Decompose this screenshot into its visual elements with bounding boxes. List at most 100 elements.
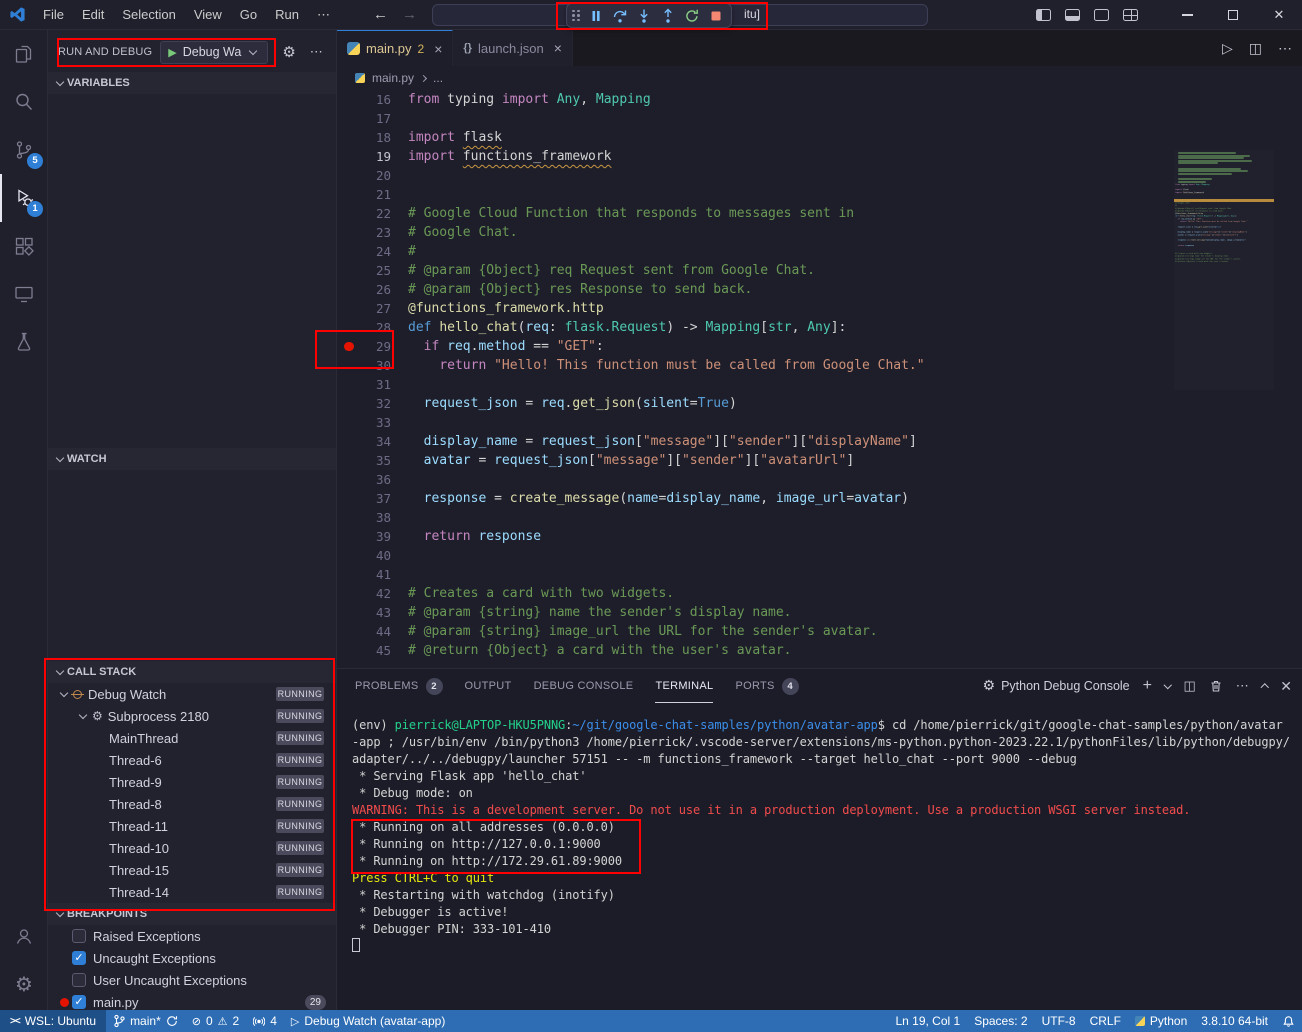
breakpoint-gutter[interactable] — [337, 280, 361, 299]
toggle-panel-icon[interactable] — [1065, 9, 1080, 21]
call-stack-item-thread-8[interactable]: Thread-8RUNNING — [48, 793, 336, 815]
encoding-status[interactable]: UTF-8 — [1035, 1010, 1083, 1032]
breakpoint-gutter[interactable] — [337, 413, 361, 432]
call-stack-section-header[interactable]: CALL STACK — [48, 661, 336, 683]
indentation-status[interactable]: Spaces: 2 — [967, 1010, 1034, 1032]
terminal[interactable]: (env) pierrick@LAPTOP-HKU5PNNG:~/git/goo… — [337, 703, 1302, 1010]
ports-status[interactable]: 4 — [246, 1010, 284, 1032]
breakpoint-gutter[interactable] — [337, 147, 361, 166]
activitybar-run-debug[interactable]: 1 — [0, 174, 48, 222]
code-editor[interactable]: 16from typing import Any, Mapping1718imp… — [337, 90, 1288, 668]
open-launch-json-icon[interactable]: ⚙ — [282, 43, 295, 61]
breakpoint-gutter[interactable] — [337, 508, 361, 527]
menu-go[interactable]: Go — [231, 0, 266, 30]
call-stack-item-thread-6[interactable]: Thread-6RUNNING — [48, 749, 336, 771]
breakpoint-gutter[interactable] — [337, 432, 361, 451]
minimap[interactable]: from typing import Any, Mappingimport fl… — [1174, 150, 1274, 390]
remote-indicator[interactable]: >< WSL: Ubuntu — [0, 1010, 106, 1032]
git-branch-status[interactable]: main* — [106, 1010, 185, 1032]
breakpoints-section-header[interactable]: BREAKPOINTS — [48, 903, 336, 925]
breakpoint-gutter[interactable] — [337, 603, 361, 622]
call-stack-item-thread-14[interactable]: Thread-14RUNNING — [48, 881, 336, 903]
toggle-sidebar-icon[interactable] — [1036, 9, 1051, 21]
activitybar-explorer[interactable] — [0, 30, 48, 78]
breakpoint-gutter[interactable] — [337, 527, 361, 546]
activitybar-search[interactable] — [0, 78, 48, 126]
kill-terminal-icon[interactable] — [1209, 679, 1223, 693]
menu-run[interactable]: Run — [266, 0, 308, 30]
checkbox[interactable]: ✓ — [72, 951, 86, 965]
breakpoint-gutter[interactable] — [337, 242, 361, 261]
minimize-button[interactable] — [1164, 0, 1210, 30]
python-interpreter[interactable]: 3.8.10 64-bit — [1194, 1010, 1275, 1032]
new-terminal-icon[interactable]: + — [1143, 677, 1152, 695]
breakpoint-item-raised-exceptions[interactable]: Raised Exceptions — [48, 925, 336, 947]
stop-button[interactable] — [705, 5, 726, 26]
call-stack-item-thread-9[interactable]: Thread-9RUNNING — [48, 771, 336, 793]
breadcrumb-file[interactable]: main.py — [372, 71, 414, 85]
panel-tab-debug-console[interactable]: DEBUG CONSOLE — [534, 669, 634, 703]
breakpoint-gutter[interactable] — [337, 185, 361, 204]
call-stack-item-thread-15[interactable]: Thread-15RUNNING — [48, 859, 336, 881]
breakpoint-gutter[interactable] — [337, 565, 361, 584]
terminal-instance-selector[interactable]: ⚙ Python Debug Console — [983, 678, 1130, 694]
start-debug-icon[interactable]: ▶ — [168, 46, 176, 59]
notifications-bell[interactable] — [1275, 1010, 1302, 1032]
call-stack-item-thread-11[interactable]: Thread-11RUNNING — [48, 815, 336, 837]
step-into-button[interactable] — [633, 5, 654, 26]
close-panel-icon[interactable]: ✕ — [1280, 678, 1292, 695]
eol-status[interactable]: CRLF — [1083, 1010, 1128, 1032]
checkbox[interactable]: ✓ — [72, 995, 86, 1009]
breakpoint-gutter[interactable] — [337, 356, 361, 375]
forward-button[interactable]: → — [402, 6, 417, 23]
tab-main-py[interactable]: main.py2× — [337, 30, 453, 66]
breakpoint-item-user-uncaught-exceptions[interactable]: User Uncaught Exceptions — [48, 969, 336, 991]
variables-section-header[interactable]: VARIABLES — [48, 72, 336, 94]
close-tab-icon[interactable]: × — [434, 41, 442, 57]
breakpoint-gutter[interactable] — [337, 109, 361, 128]
debug-session-status[interactable]: ▷ Debug Watch (avatar-app) — [284, 1010, 452, 1032]
close-tab-icon[interactable]: × — [554, 40, 562, 56]
maximize-panel-icon[interactable] — [1261, 684, 1269, 692]
menu--[interactable]: ⋯ — [308, 0, 339, 30]
checkbox[interactable] — [72, 973, 86, 987]
menu-edit[interactable]: Edit — [73, 0, 113, 30]
panel-more-actions-icon[interactable]: ⋯ — [1236, 678, 1249, 694]
maximize-button[interactable] — [1210, 0, 1256, 30]
close-window-button[interactable]: ✕ — [1256, 0, 1302, 30]
panel-tab-problems[interactable]: PROBLEMS2 — [355, 669, 443, 703]
call-stack-item-mainthread[interactable]: MainThreadRUNNING — [48, 727, 336, 749]
panel-tab-terminal[interactable]: TERMINAL — [655, 669, 713, 703]
call-stack-item-subprocess-2180[interactable]: ⚙Subprocess 2180RUNNING — [48, 705, 336, 727]
breakpoint-gutter[interactable] — [337, 584, 361, 603]
panel-tab-output[interactable]: OUTPUT — [465, 669, 512, 703]
terminal-dropdown-icon[interactable] — [1164, 681, 1172, 689]
problems-status[interactable]: ⊘ 0 ⚠ 2 — [185, 1010, 246, 1032]
activitybar-testing[interactable] — [0, 318, 48, 366]
checkbox[interactable] — [72, 929, 86, 943]
breadcrumb-more[interactable]: ... — [433, 71, 443, 85]
breakpoint-gutter[interactable] — [337, 318, 361, 337]
breakpoint-gutter[interactable] — [337, 470, 361, 489]
step-over-button[interactable] — [609, 5, 630, 26]
back-button[interactable]: ← — [373, 6, 388, 23]
breakpoint-gutter[interactable] — [337, 166, 361, 185]
toggle-secondary-sidebar-icon[interactable] — [1094, 9, 1109, 21]
breakpoint-gutter[interactable] — [337, 223, 361, 242]
breakpoint-gutter[interactable] — [337, 299, 361, 318]
step-out-button[interactable] — [657, 5, 678, 26]
breakpoint-gutter[interactable] — [337, 622, 361, 641]
breakpoint-gutter[interactable] — [337, 546, 361, 565]
launch-config-dropdown[interactable]: ▶ Debug Wa — [160, 41, 268, 64]
breakpoint-gutter[interactable] — [337, 641, 361, 660]
breakpoint-gutter[interactable] — [337, 90, 361, 109]
menu-file[interactable]: File — [34, 0, 73, 30]
breadcrumb[interactable]: main.py ... — [337, 66, 1302, 90]
tab-launch-json[interactable]: {}launch.json× — [453, 30, 573, 66]
menu-view[interactable]: View — [185, 0, 231, 30]
breakpoint-gutter[interactable] — [337, 394, 361, 413]
split-terminal-icon[interactable]: ◫ — [1183, 678, 1195, 694]
chevron-down-icon[interactable] — [79, 711, 87, 719]
breakpoint-gutter[interactable] — [337, 204, 361, 223]
language-mode[interactable]: Python — [1128, 1010, 1194, 1032]
